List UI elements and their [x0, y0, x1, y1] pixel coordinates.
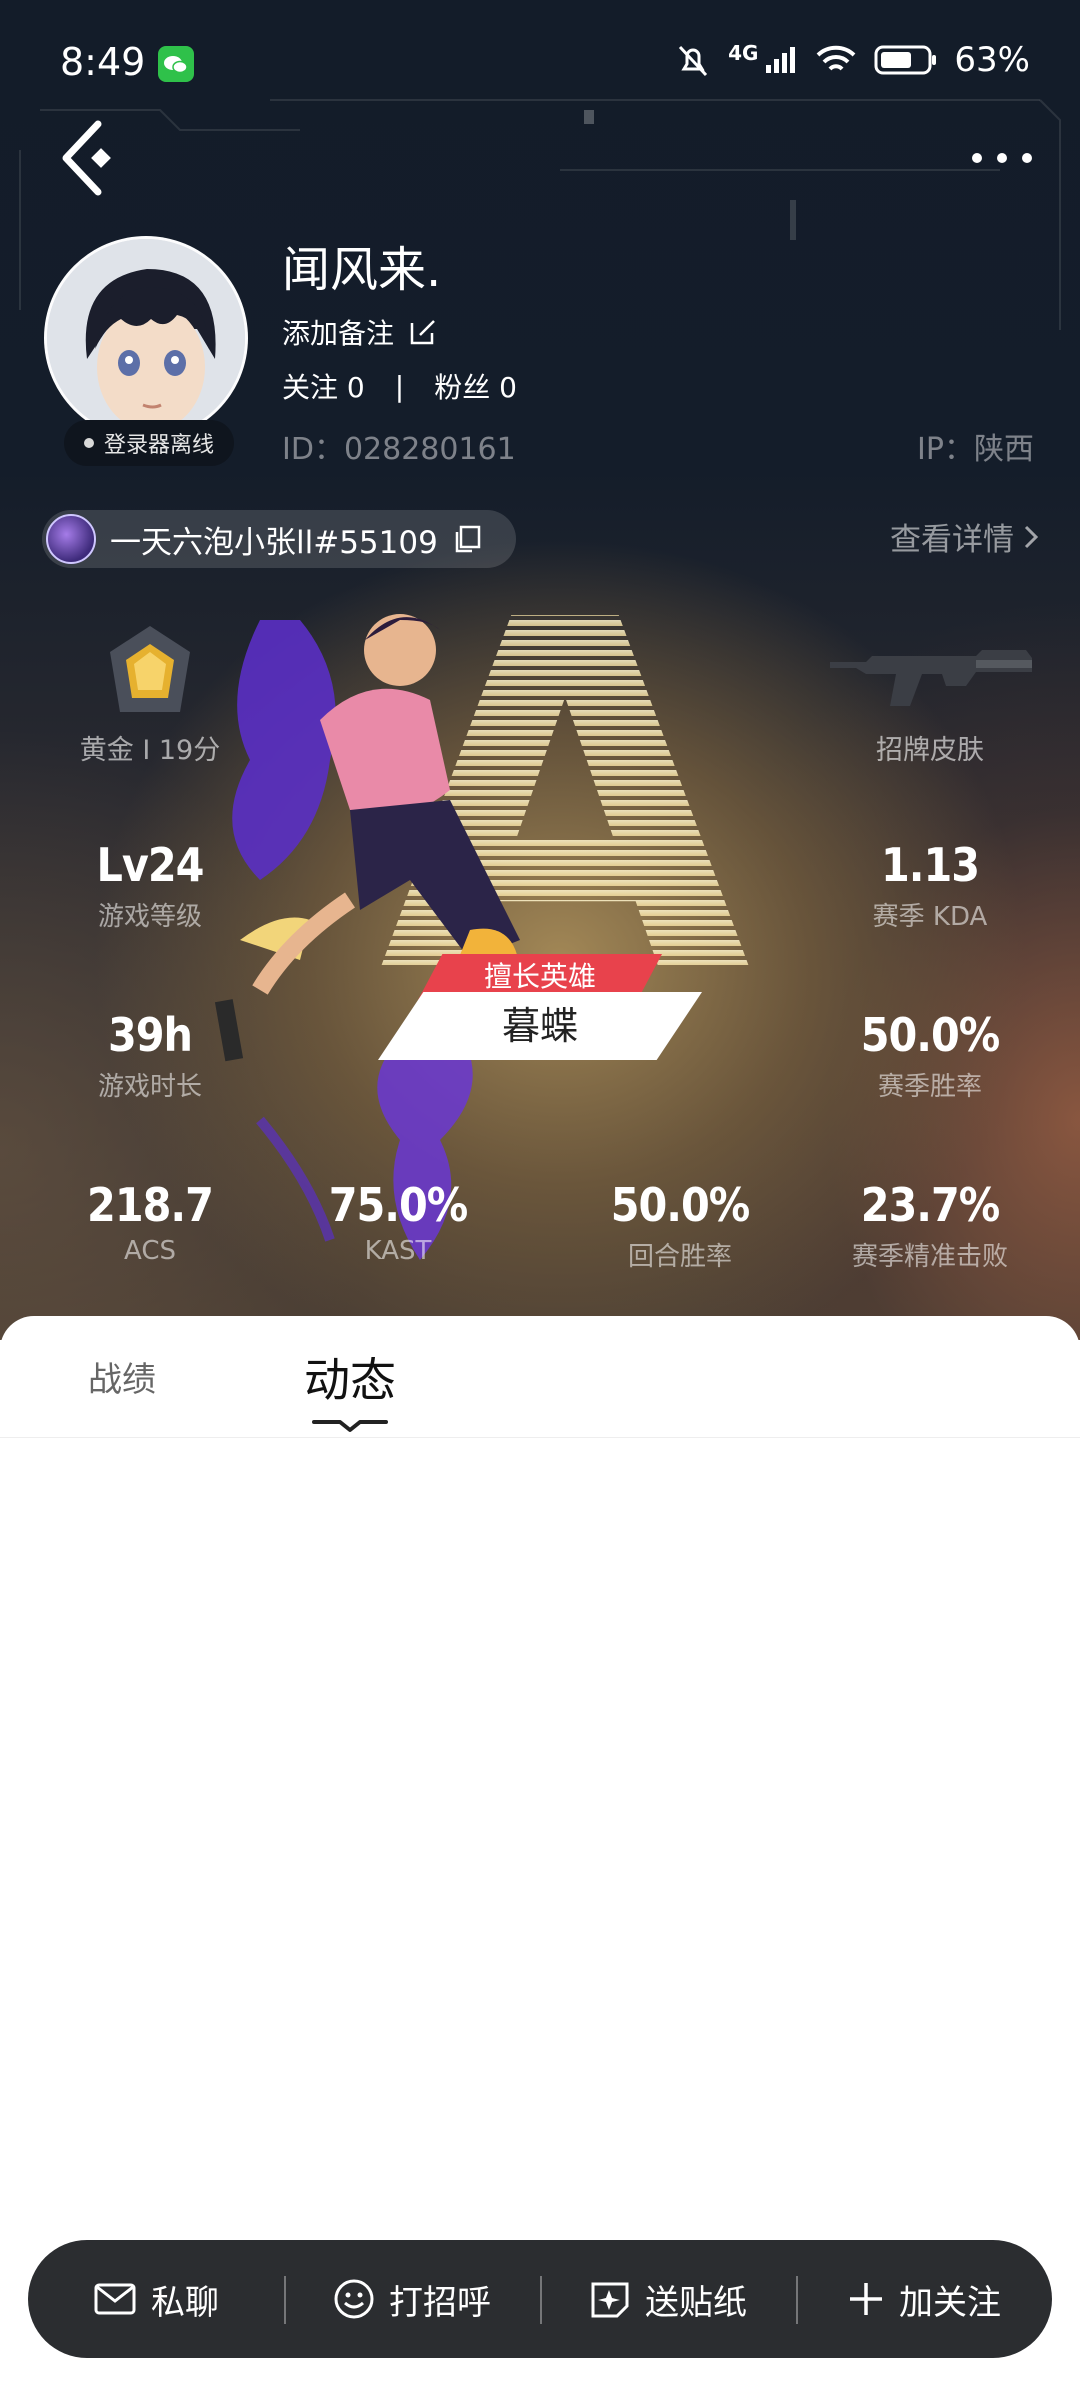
signature-skin-label: 招牌皮肤	[876, 735, 984, 766]
stat-value: 39h	[107, 1008, 193, 1062]
rifle-skin-icon	[830, 650, 1032, 706]
stat-value: 50.0%	[610, 1178, 751, 1232]
sticker-icon	[591, 2282, 629, 2318]
smile-icon	[334, 2279, 374, 2319]
follow-label: 加关注	[899, 2282, 1001, 2323]
stat-label: 赛季胜率	[877, 1072, 982, 1102]
game-account-name: 一天六泡小张ll#55109	[110, 524, 438, 561]
wifi-icon	[817, 45, 856, 71]
ip-location: IP：陕西	[917, 432, 1034, 467]
stat-round-winrate: 50.0% 回合胜率	[560, 1178, 800, 1273]
add-remark-button[interactable]: 添加备注	[282, 312, 438, 352]
chevron-right-icon	[1024, 525, 1039, 548]
user-id: ID：028280161	[282, 432, 516, 467]
rank-label: 黄金 I 19分	[79, 735, 221, 766]
stat-kast: 75.0% KAST	[278, 1178, 518, 1266]
stat-value: 23.7%	[860, 1178, 1001, 1232]
stat-season-winrate: 50.0% 赛季胜率	[810, 1008, 1050, 1103]
view-details-label: 查看详情	[890, 522, 1014, 558]
stat-label: 游戏等级	[97, 902, 202, 932]
active-tab-indicator	[312, 1420, 388, 1432]
following-count: 0	[346, 371, 365, 404]
stat-label: KAST	[364, 1236, 432, 1266]
tab-records[interactable]: 战绩	[88, 1352, 156, 1401]
send-sticker-button[interactable]: 送贴纸	[540, 2240, 796, 2358]
stat-label: 赛季 KDA	[872, 902, 988, 932]
following-link[interactable]: 关注 0	[282, 366, 365, 406]
stat-headshot-rate: 23.7% 赛季精准击败	[810, 1178, 1050, 1273]
back-icon[interactable]	[58, 118, 114, 198]
greet-label: 打招呼	[389, 2282, 491, 2323]
clock: 8:49	[60, 40, 146, 84]
battery-icon	[874, 45, 937, 75]
battery-percent: 63%	[954, 40, 1030, 80]
stat-label: 回合胜率	[627, 1242, 732, 1272]
more-options-icon[interactable]	[972, 146, 1032, 170]
game-avatar	[46, 514, 96, 564]
online-status-badge: 登录器离线	[64, 420, 235, 466]
stat-value: 218.7	[87, 1178, 214, 1232]
fans-count: 0	[499, 371, 517, 404]
fans-link[interactable]: 粉丝 0	[434, 366, 517, 406]
rank-badge-icon	[110, 626, 190, 712]
status-dot-icon	[84, 438, 94, 448]
network-label: 4G	[728, 41, 759, 65]
edit-icon	[410, 320, 435, 345]
add-remark-label: 添加备注	[282, 317, 395, 350]
stat-value: Lv24	[96, 838, 205, 892]
fans-label: 粉丝	[434, 371, 491, 404]
stat-label: 游戏时长	[97, 1072, 202, 1102]
follow-button[interactable]: 加关注	[796, 2240, 1052, 2358]
private-message-label: 私聊	[151, 2282, 219, 2323]
stat-acs: 218.7 ACS	[30, 1178, 270, 1266]
mute-bell-icon	[678, 45, 708, 77]
follow-stats: 关注 0 | 粉丝 0	[282, 366, 517, 406]
mail-icon	[94, 2283, 136, 2315]
signal-icon	[766, 47, 796, 73]
plus-icon	[850, 2283, 882, 2315]
favorite-hero-name[interactable]: 暮蝶	[378, 992, 702, 1060]
status-bar: 8:49 4G 63%	[0, 0, 1080, 130]
stat-play-time: 39h 游戏时长	[30, 1008, 270, 1103]
stat-value: 50.0%	[860, 1008, 1001, 1062]
avatar[interactable]	[44, 236, 248, 440]
stat-game-level: Lv24 游戏等级	[30, 838, 270, 933]
status-icons: 4G 63%	[674, 40, 1030, 80]
divider: |	[394, 369, 405, 403]
following-label: 关注	[282, 371, 339, 404]
stat-season-kda: 1.13 赛季 KDA	[810, 838, 1050, 933]
view-details-link[interactable]: 查看详情	[890, 514, 1040, 559]
online-status-label: 登录器离线	[104, 433, 215, 458]
stat-label: ACS	[124, 1236, 176, 1266]
stat-value: 1.13	[880, 838, 980, 892]
wechat-notification-icon	[158, 46, 194, 82]
stat-value: 75.0%	[328, 1178, 469, 1232]
stat-label: 赛季精准击败	[851, 1242, 1008, 1272]
private-message-button[interactable]: 私聊	[28, 2240, 284, 2358]
action-bar: 私聊 打招呼 送贴纸 加关注	[28, 2240, 1052, 2358]
tab-bar: 战绩 动态	[0, 1316, 1080, 1438]
user-name: 闻风来.	[282, 242, 442, 298]
tab-activity[interactable]: 动态	[304, 1344, 396, 1410]
profile-header: 8:49 4G 63% 登录器离线 闻风来. 添加备注 关注 0 | 粉丝 0 …	[0, 0, 1080, 1340]
greet-button[interactable]: 打招呼	[284, 2240, 540, 2358]
send-sticker-label: 送贴纸	[645, 2282, 747, 2323]
copy-icon[interactable]	[452, 524, 482, 554]
